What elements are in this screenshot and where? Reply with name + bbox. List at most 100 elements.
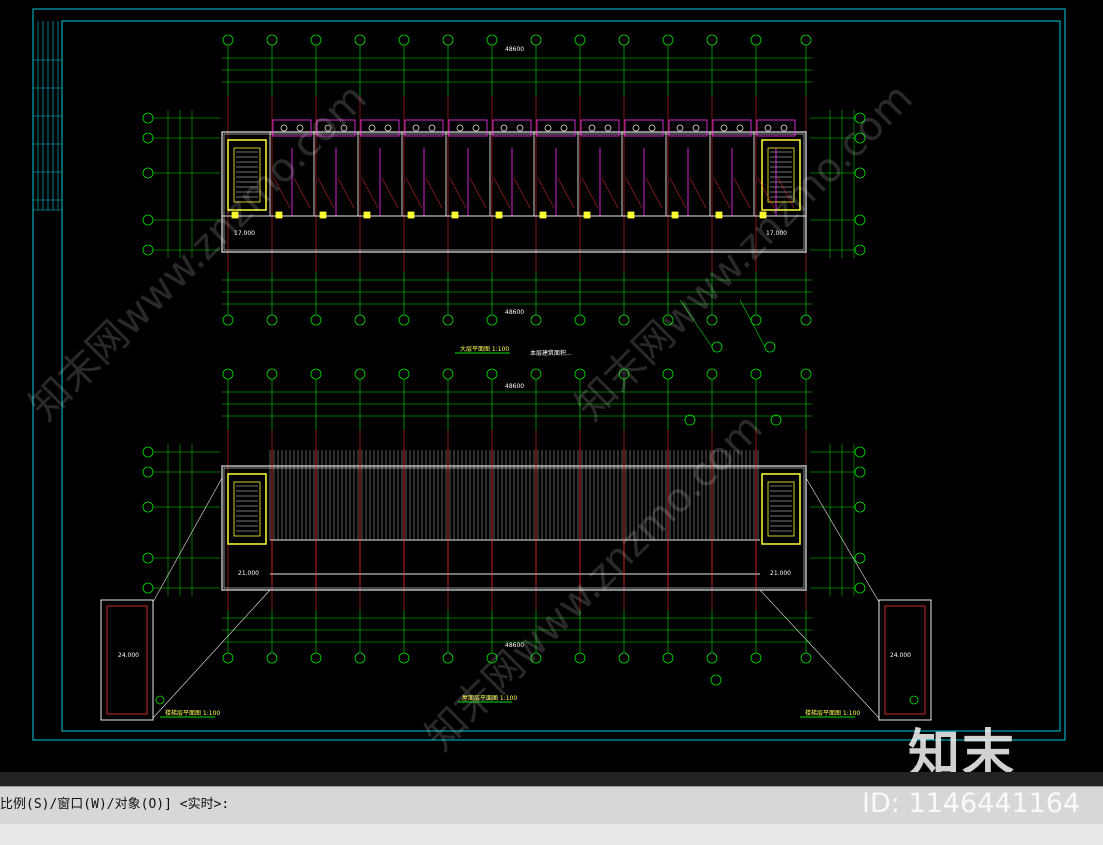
sink-fixture xyxy=(516,124,524,132)
top-total-dimension: 48600 xyxy=(505,46,525,53)
column xyxy=(495,211,503,219)
axis-bubble-bottom xyxy=(530,314,542,326)
axis-bubble-bottom xyxy=(354,314,366,326)
toilet-fixture xyxy=(588,124,596,132)
axis-bubble-top xyxy=(486,34,498,46)
right-small-plan-title: 楼梯层平面图 1:100 xyxy=(805,710,861,717)
sink-fixture xyxy=(648,124,656,132)
stair-flight xyxy=(767,481,795,537)
axis-bubble-top xyxy=(222,368,234,380)
left-small-elevation: 24.000 xyxy=(118,652,139,659)
status-bar xyxy=(0,824,1103,845)
toilet-fixture xyxy=(500,124,508,132)
right-small-elevation: 24.000 xyxy=(890,652,911,659)
axis-bubble-right xyxy=(854,244,866,256)
bathroom-unit xyxy=(712,119,752,137)
column xyxy=(363,211,371,219)
axis-bubble-left xyxy=(142,582,154,594)
axis-bubble-bottom xyxy=(442,652,454,664)
axis-bubble-top xyxy=(662,34,674,46)
axis-bubble-top xyxy=(486,368,498,380)
furniture-line xyxy=(405,177,423,209)
axis-bubble-bottom xyxy=(750,652,762,664)
axis-bubble-bottom xyxy=(442,314,454,326)
axis-bubble-bottom xyxy=(800,314,812,326)
axis-bubble-right xyxy=(854,501,866,513)
axis-bubble-bottom xyxy=(574,314,586,326)
command-prompt-text: 比例(S)/窗口(W)/对象(O)] <实时>: xyxy=(0,797,230,812)
axis-bubble-top xyxy=(354,34,366,46)
bathroom-unit xyxy=(536,119,576,137)
axis-bubble xyxy=(155,695,165,705)
axis-bubble xyxy=(909,695,919,705)
axis-bubble-top xyxy=(530,34,542,46)
axis-bubble-bottom xyxy=(486,314,498,326)
axis-bubble-top xyxy=(442,368,454,380)
axis-bubble-right xyxy=(854,466,866,478)
axis-bubble-bottom xyxy=(354,652,366,664)
toilet-fixture xyxy=(456,124,464,132)
section-callout-bubble xyxy=(764,341,776,353)
bathroom-unit xyxy=(492,119,532,137)
furniture-line xyxy=(689,177,707,209)
projection-line xyxy=(152,477,223,603)
bathroom-unit xyxy=(668,119,708,137)
axis-bubble-right xyxy=(854,214,866,226)
furniture-line xyxy=(513,177,531,209)
elevation-mark: 21.000 xyxy=(238,570,259,577)
axis-bubble-top xyxy=(398,368,410,380)
toilet-fixture xyxy=(720,124,728,132)
furniture-line xyxy=(557,177,575,209)
column xyxy=(275,211,283,219)
furniture-line xyxy=(361,177,379,209)
drawing-canvas[interactable]: 大层平面图 1:100 本层建筑面积... 屋面层平面图 1:100 楼梯层平面… xyxy=(0,0,1103,772)
axis-bubble-bottom xyxy=(574,652,586,664)
axis-bubble-top xyxy=(750,368,762,380)
axis-bubble-bottom xyxy=(800,652,812,664)
furniture-line xyxy=(625,177,643,209)
projection-line xyxy=(805,477,880,603)
watermark-id: ID: 1146441164 xyxy=(862,788,1081,819)
canvas-tab-strip xyxy=(0,772,1103,786)
section-callout-bubble xyxy=(770,414,782,426)
axis-bubble-top xyxy=(574,34,586,46)
furniture-line xyxy=(713,177,731,209)
furniture-line xyxy=(317,177,335,209)
toilet-fixture xyxy=(632,124,640,132)
left-small-plan-title: 楼梯层平面图 1:100 xyxy=(165,710,221,717)
section-callout-bubble xyxy=(711,341,723,353)
toilet-fixture xyxy=(544,124,552,132)
axis-bubble-left xyxy=(142,552,154,564)
axis-bubble-bottom xyxy=(662,652,674,664)
column xyxy=(319,211,327,219)
axis-bubble-top xyxy=(662,368,674,380)
upper-plan-title: 大层平面图 1:100 xyxy=(460,346,510,353)
column xyxy=(451,211,459,219)
toilet-fixture xyxy=(412,124,420,132)
axis-bubble-bottom xyxy=(266,652,278,664)
axis-bubble-right xyxy=(854,446,866,458)
axis-bubble-top xyxy=(800,368,812,380)
bottom-total-dimension: 48600 xyxy=(505,309,525,316)
axis-bubble-top xyxy=(310,368,322,380)
axis-bubble-top xyxy=(530,368,542,380)
watermark-brand-logo: 知末 xyxy=(908,725,1017,772)
small-stair-room-right-inner xyxy=(884,605,926,715)
toilet-fixture xyxy=(368,124,376,132)
upper-plan-note: 本层建筑面积... xyxy=(530,350,572,357)
sink-fixture xyxy=(560,124,568,132)
stair-flight xyxy=(233,481,261,537)
furniture-line xyxy=(645,177,663,209)
axis-bubble-top xyxy=(800,34,812,46)
bathroom-unit xyxy=(580,119,620,137)
axis-bubble-left xyxy=(142,132,154,144)
axis-bubble-left xyxy=(142,446,154,458)
column xyxy=(627,211,635,219)
projection-line xyxy=(152,589,271,719)
axis-bubble-left xyxy=(142,214,154,226)
furniture-line xyxy=(493,177,511,209)
furniture-line xyxy=(449,177,467,209)
column xyxy=(407,211,415,219)
bathroom-unit xyxy=(360,119,400,137)
toilet-fixture xyxy=(764,124,772,132)
